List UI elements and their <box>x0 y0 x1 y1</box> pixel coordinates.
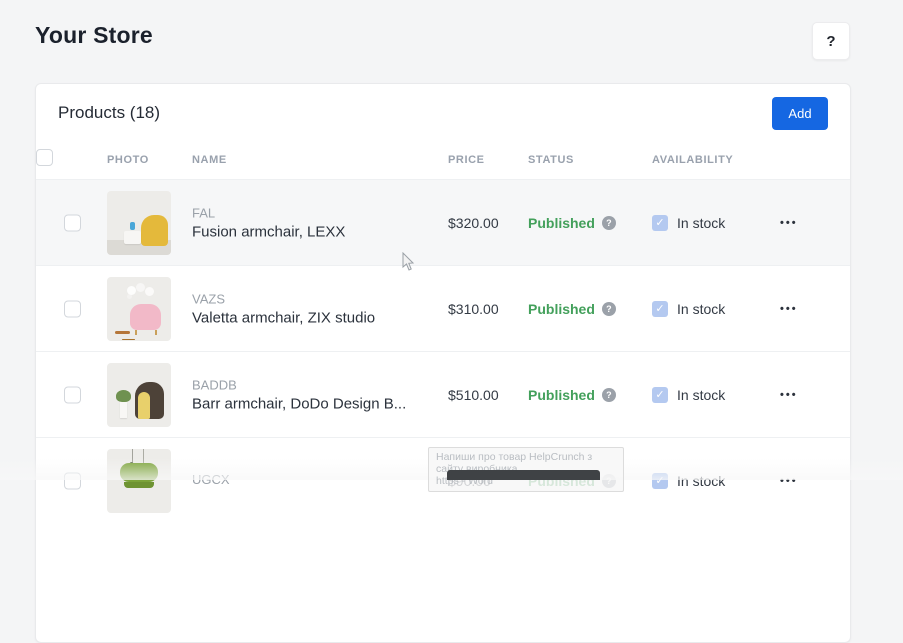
row-actions-menu[interactable]: ••• <box>780 217 798 229</box>
products-panel: Products (18) Add PHOTO NAME PRICE STATU… <box>35 83 851 643</box>
add-product-button[interactable]: Add <box>772 97 828 130</box>
in-stock-checkbox[interactable]: ✓ <box>652 215 668 231</box>
product-photo <box>107 191 171 255</box>
table-row: FAL Fusion armchair, LEXX $320.00 Publis… <box>36 179 850 265</box>
panel-title: Products (18) <box>58 103 160 123</box>
select-all-checkbox[interactable] <box>36 149 53 166</box>
column-header-status: STATUS <box>528 154 574 166</box>
row-select-checkbox[interactable] <box>64 386 81 403</box>
table-header: PHOTO NAME PRICE STATUS AVAILABILITY <box>36 146 850 179</box>
row-actions-menu[interactable]: ••• <box>780 303 798 315</box>
product-name: Fusion armchair, LEXX <box>192 223 345 240</box>
product-sku: VAZS <box>192 291 375 306</box>
row-select-checkbox[interactable] <box>64 472 81 489</box>
column-header-name: NAME <box>192 154 227 166</box>
table-row: BADDB Barr armchair, DoDo Design B... $5… <box>36 351 850 437</box>
row-select-checkbox[interactable] <box>64 300 81 317</box>
product-name: Barr armchair, DoDo Design B... <box>192 395 406 412</box>
availability-label: In stock <box>677 473 725 489</box>
column-header-price: PRICE <box>448 154 485 166</box>
product-sku: BADDB <box>192 377 406 392</box>
status-help-icon[interactable]: ? <box>602 216 616 230</box>
window-preview-edge <box>447 470 600 480</box>
product-photo <box>107 363 171 427</box>
row-select-checkbox[interactable] <box>64 214 81 231</box>
status-badge: Published <box>528 387 595 403</box>
mouse-cursor <box>401 252 415 272</box>
product-name: Valetta armchair, ZIX studio <box>192 309 375 326</box>
row-actions-menu[interactable]: ••• <box>780 389 798 401</box>
product-sku: FAL <box>192 205 345 220</box>
status-help-icon[interactable]: ? <box>602 388 616 402</box>
in-stock-checkbox[interactable]: ✓ <box>652 473 668 489</box>
product-price: $320.00 <box>448 215 499 231</box>
status-badge: Published <box>528 215 595 231</box>
product-price: $310.00 <box>448 301 499 317</box>
availability-label: In stock <box>677 387 725 403</box>
status-badge: Published <box>528 301 595 317</box>
product-photo <box>107 449 171 513</box>
status-help-icon[interactable]: ? <box>602 302 616 316</box>
column-header-availability: AVAILABILITY <box>652 154 733 166</box>
row-actions-menu[interactable]: ••• <box>780 475 798 487</box>
in-stock-checkbox[interactable]: ✓ <box>652 387 668 403</box>
table-row: VAZS Valetta armchair, ZIX studio $310.0… <box>36 265 850 351</box>
help-button[interactable]: ? <box>812 22 850 60</box>
in-stock-checkbox[interactable]: ✓ <box>652 301 668 317</box>
column-header-photo: PHOTO <box>107 154 149 166</box>
product-price: $510.00 <box>448 387 499 403</box>
availability-label: In stock <box>677 215 725 231</box>
product-sku: UGCX <box>192 472 230 487</box>
product-photo <box>107 277 171 341</box>
page-title: Your Store <box>35 22 153 49</box>
availability-label: In stock <box>677 301 725 317</box>
question-mark-icon: ? <box>826 33 835 50</box>
